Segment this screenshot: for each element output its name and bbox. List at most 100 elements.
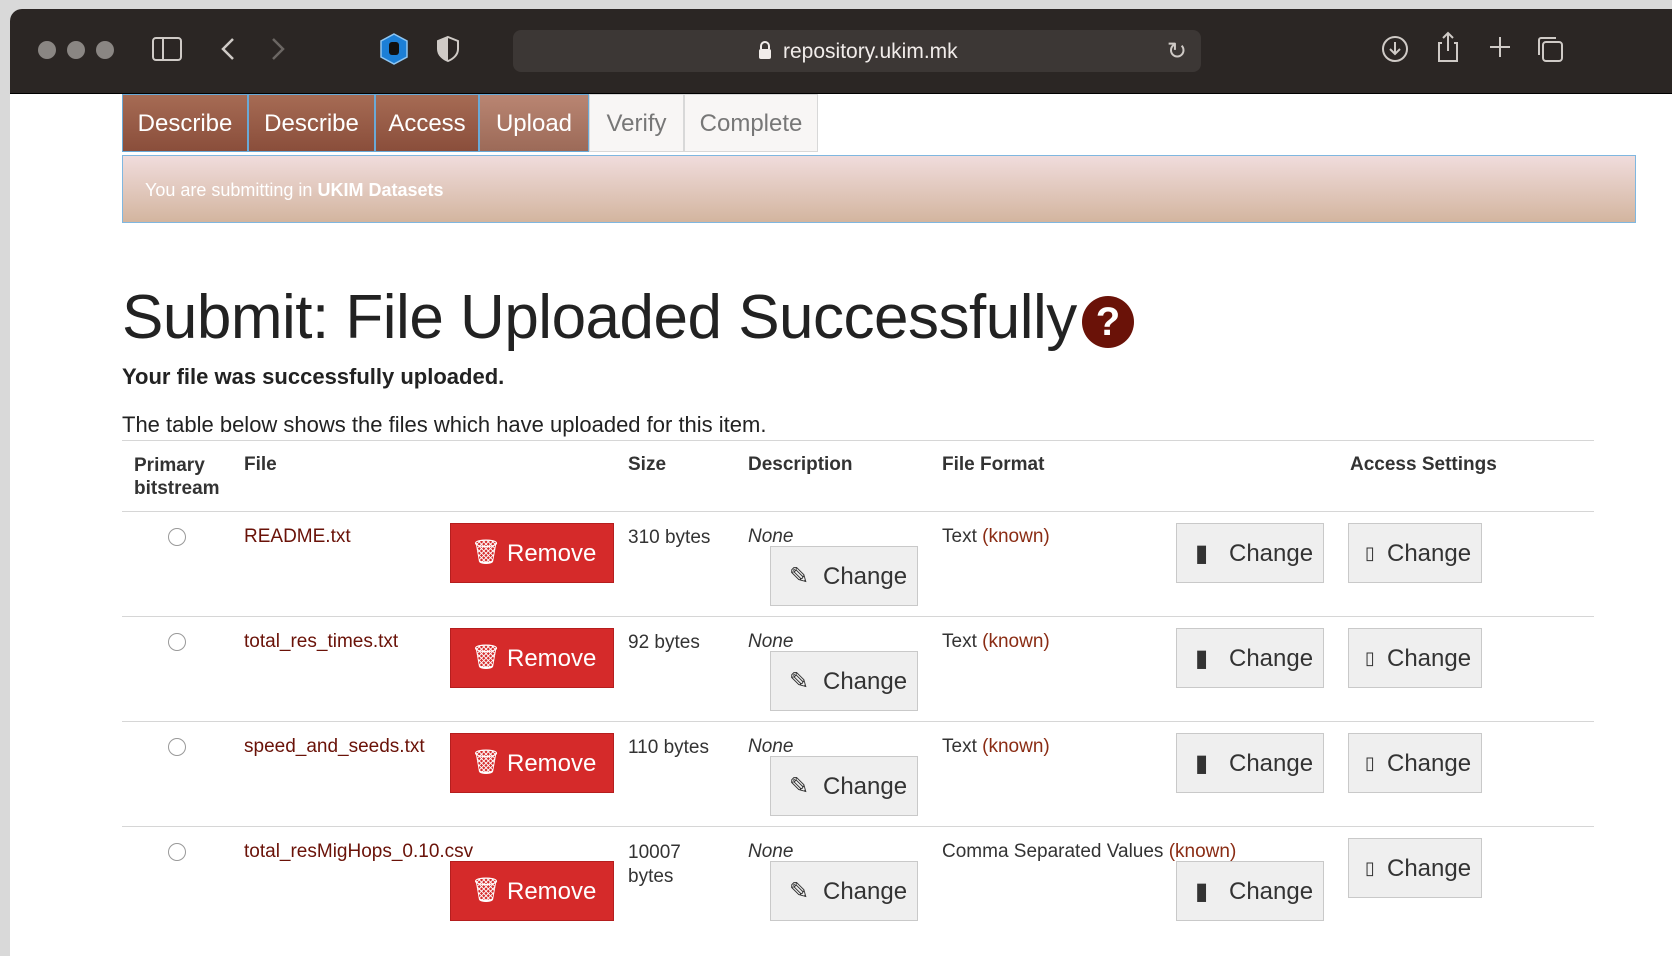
remove-label: Remove <box>507 878 597 905</box>
shield-icon[interactable] <box>436 35 460 67</box>
format-support-level: (known) <box>1168 841 1237 862</box>
trash-icon: 🗑 <box>471 749 502 776</box>
table-top-border <box>122 440 1594 441</box>
banner-collection: UKIM Datasets <box>317 180 444 200</box>
header-file: File <box>244 454 277 475</box>
file-description: None <box>748 631 794 652</box>
pencil-icon: ✎ <box>789 878 810 905</box>
sidebar-icon[interactable] <box>152 36 182 66</box>
lock-icon: ▯ <box>1365 543 1375 563</box>
lock-icon: ▯ <box>1365 648 1375 668</box>
forward-icon[interactable] <box>268 36 288 66</box>
privacy-hand-icon[interactable] <box>378 33 410 69</box>
format-support-level: (known) <box>982 736 1050 757</box>
table-description: The table below shows the files which ha… <box>122 412 767 437</box>
file-name-link[interactable]: README.txt <box>244 526 351 548</box>
file-format: Comma Separated Values (known) <box>942 841 1236 863</box>
help-icon[interactable]: ? <box>1082 296 1134 348</box>
file-icon: ▮ <box>1195 540 1209 567</box>
file-size: 110 bytes <box>628 737 709 758</box>
step-upload[interactable]: Upload <box>479 94 589 152</box>
format-name: Text <box>942 736 977 757</box>
remove-file-button[interactable]: 🗑 Remove <box>450 628 614 688</box>
change-label: Change <box>823 878 908 905</box>
table-row-divider <box>122 616 1594 617</box>
primary-bitstream-radio[interactable] <box>168 528 186 546</box>
address-bar[interactable]: repository.ukim.mk ↻ <box>513 30 1201 72</box>
file-name-link[interactable]: total_res_times.txt <box>244 631 398 653</box>
lock-icon: ▯ <box>1365 753 1375 773</box>
remove-file-button[interactable]: 🗑 Remove <box>450 733 614 793</box>
close-window-dot[interactable] <box>38 41 56 59</box>
browser-toolbar: repository.ukim.mk ↻ <box>10 9 1672 94</box>
change-description-button[interactable]: ✎ Change <box>770 756 918 816</box>
header-access: Access Settings <box>1350 454 1497 475</box>
format-support-level: (known) <box>982 631 1050 652</box>
change-format-button[interactable]: ▮ Change <box>1176 861 1324 921</box>
remove-file-button[interactable]: 🗑 Remove <box>450 523 614 583</box>
remove-label: Remove <box>507 645 597 672</box>
file-name-link[interactable]: total_resMigHops_0.10.csv <box>244 841 473 863</box>
back-icon[interactable] <box>218 36 238 66</box>
pencil-icon: ✎ <box>789 563 810 590</box>
primary-bitstream-radio[interactable] <box>168 633 186 651</box>
format-name: Comma Separated Values <box>942 841 1164 862</box>
file-description: None <box>748 736 794 757</box>
file-description: None <box>748 841 794 862</box>
change-description-button[interactable]: ✎ Change <box>770 546 918 606</box>
change-label: Change <box>823 773 908 800</box>
new-tab-icon[interactable] <box>1488 35 1512 63</box>
file-name-link[interactable]: speed_and_seeds.txt <box>244 736 425 758</box>
minimize-window-dot[interactable] <box>67 41 85 59</box>
change-label: Change <box>1387 540 1472 567</box>
change-description-button[interactable]: ✎ Change <box>770 861 918 921</box>
remove-label: Remove <box>507 750 597 777</box>
pencil-icon: ✎ <box>789 668 810 695</box>
change-description-button[interactable]: ✎ Change <box>770 651 918 711</box>
page-content: Describe Describe Access Upload Verify C… <box>10 94 1672 956</box>
page-title: Submit: File Uploaded Successfully <box>122 283 1077 352</box>
header-size: Size <box>628 454 667 475</box>
file-icon: ▮ <box>1195 750 1209 777</box>
file-description: None <box>748 526 794 547</box>
file-size: 10007 bytes <box>628 842 681 887</box>
reload-icon[interactable]: ↻ <box>1167 37 1187 66</box>
change-access-button[interactable]: ▯ Change <box>1348 733 1482 793</box>
format-name: Text <box>942 526 977 547</box>
primary-bitstream-radio[interactable] <box>168 738 186 756</box>
download-icon[interactable] <box>1381 35 1409 67</box>
change-label: Change <box>823 668 908 695</box>
address-url: repository.ukim.mk <box>783 40 958 63</box>
file-size: 310 bytes <box>628 527 711 548</box>
step-verify: Verify <box>589 94 684 152</box>
step-describe-1[interactable]: Describe <box>122 94 248 152</box>
change-access-button[interactable]: ▯ Change <box>1348 523 1482 583</box>
change-label: Change <box>823 563 908 590</box>
header-description: Description <box>748 454 853 475</box>
change-format-button[interactable]: ▮ Change <box>1176 628 1324 688</box>
banner-prefix: You are submitting in <box>145 180 318 200</box>
change-label: Change <box>1387 750 1472 777</box>
trash-icon: 🗑 <box>471 877 502 904</box>
step-describe-2[interactable]: Describe <box>248 94 375 152</box>
change-label: Change <box>1387 855 1472 882</box>
change-label: Change <box>1229 878 1314 905</box>
step-access[interactable]: Access <box>375 94 479 152</box>
change-label: Change <box>1229 750 1314 777</box>
remove-file-button[interactable]: 🗑 Remove <box>450 861 614 921</box>
change-access-button[interactable]: ▯ Change <box>1348 838 1482 898</box>
share-icon[interactable] <box>1436 31 1460 67</box>
change-access-button[interactable]: ▯ Change <box>1348 628 1482 688</box>
lock-icon: ▯ <box>1365 858 1375 878</box>
change-format-button[interactable]: ▮ Change <box>1176 523 1324 583</box>
tab-overview-icon[interactable] <box>1536 35 1564 67</box>
change-label: Change <box>1229 645 1314 672</box>
zoom-window-dot[interactable] <box>96 41 114 59</box>
header-primary: Primary bitstream <box>134 455 220 499</box>
file-format: Text (known) <box>942 631 1050 653</box>
change-format-button[interactable]: ▮ Change <box>1176 733 1324 793</box>
primary-bitstream-radio[interactable] <box>168 843 186 861</box>
trash-icon: 🗑 <box>471 644 502 671</box>
table-row-divider <box>122 826 1594 827</box>
table-row-divider <box>122 511 1594 512</box>
